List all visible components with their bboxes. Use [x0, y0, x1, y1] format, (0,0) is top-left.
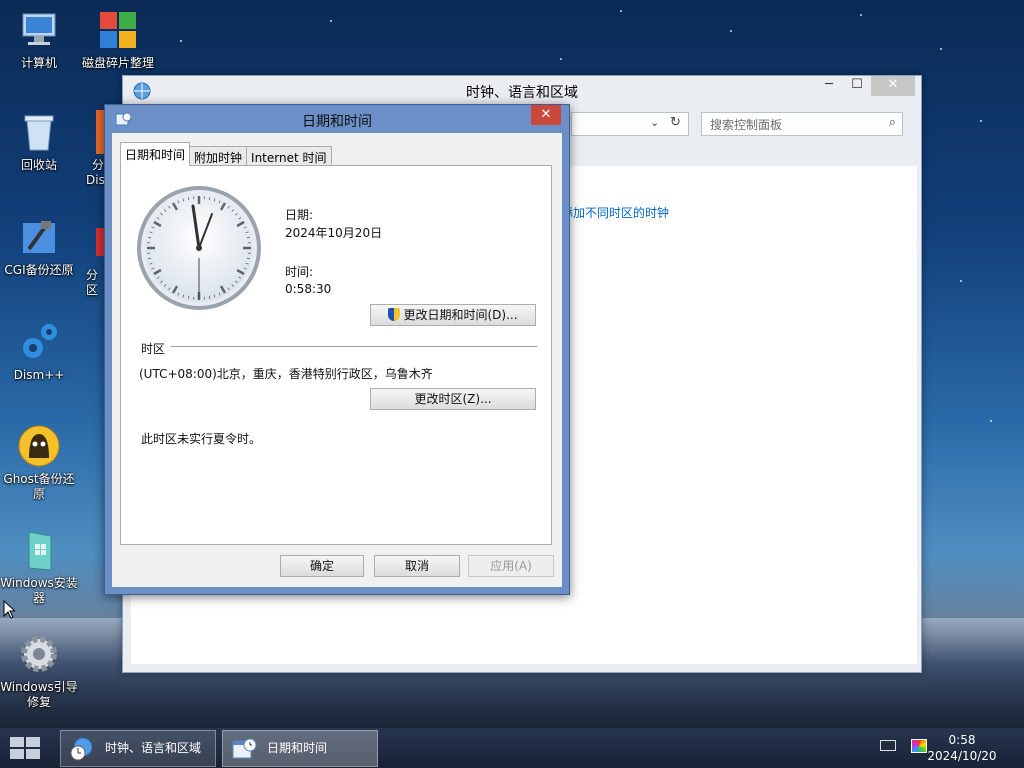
chevron-down-icon[interactable]: ⌄ [650, 116, 659, 129]
gears-icon [17, 320, 61, 364]
desktop-icon-label: Ghost备份还原 [3, 472, 75, 501]
globe-clock-icon [70, 737, 93, 761]
change-date-time-button[interactable]: 更改日期和时间(D)... [370, 304, 536, 326]
desktop-icon-label: 分 [92, 158, 105, 172]
gear-icon [17, 632, 61, 676]
tab-strip: 日期和时间 附加时钟 Internet 时间 [120, 142, 332, 166]
search-placeholder: 搜索控制面板 [710, 118, 783, 132]
desktop-icon-label: 计算机 [20, 56, 57, 70]
desktop-icon-recycle-bin[interactable]: 回收站 [0, 110, 78, 173]
refresh-icon[interactable]: ↻ [670, 115, 681, 130]
timezone-label: 时区 [141, 342, 166, 356]
windows-logo-icon [10, 737, 24, 747]
dialog-title: 日期和时间 [302, 114, 372, 130]
timezone-value: (UTC+08:00)北京，重庆，香港特别行政区，乌鲁木齐 [139, 367, 433, 381]
window-title: 时钟、语言和区域 [466, 85, 578, 101]
keyboard-icon[interactable] [880, 740, 896, 751]
taskbar: 时钟、语言和区域 日期和时间 0:58 2024/10/20 [0, 728, 1024, 768]
taskbar-item-date-time[interactable]: 日期和时间 [222, 730, 378, 767]
taskbar-item-label: 时钟、语言和区域 [105, 741, 202, 755]
search-input[interactable]: 搜索控制面板 ⌕ [701, 112, 903, 136]
desktop-icon-windows-installer[interactable]: Windows安装器 [0, 528, 78, 606]
taskbar-item-label: 日期和时间 [267, 741, 328, 755]
taskbar-time: 0:58 [948, 733, 976, 747]
desktop-icon-dism[interactable]: Dism++ [0, 320, 78, 383]
search-icon[interactable]: ⌕ [889, 115, 896, 130]
taskbar-clock[interactable]: 0:58 2024/10/20 [922, 732, 1002, 764]
address-bar[interactable]: ⌄ ↻ [571, 112, 689, 136]
calendar-clock-icon [232, 738, 257, 759]
desktop-icon-label: CGI备份还原 [4, 263, 74, 277]
desktop-icon-label: 回收站 [20, 158, 57, 172]
analog-clock [137, 186, 261, 310]
computer-icon [17, 8, 61, 52]
change-timezone-button[interactable]: 更改时区(Z)... [370, 388, 536, 410]
tab-date-time[interactable]: 日期和时间 [120, 142, 191, 166]
desktop-icon-label: Dis [86, 173, 105, 187]
desktop-icon-partition-partial[interactable]: 分 Dis [84, 110, 106, 188]
start-button[interactable] [10, 737, 42, 761]
desktop-icon-cgi[interactable]: CGI备份还原 [0, 215, 78, 278]
change-date-time-label: 更改日期和时间(D)... [403, 308, 518, 322]
defrag-icon [96, 8, 140, 52]
dialog-body: 日期和时间 附加时钟 Internet 时间 日期: 2024年10月20日 时… [112, 133, 562, 587]
desktop-icon-defrag[interactable]: 磁盘碎片整理 [78, 8, 158, 71]
dialog-titlebar[interactable]: 日期和时间 ✕ [105, 105, 569, 133]
system-tray: 0:58 2024/10/20 [854, 728, 1024, 768]
date-value: 2024年10月20日 [285, 226, 383, 240]
mouse-cursor-icon [3, 600, 15, 619]
date-label: 日期: [285, 208, 314, 222]
ghost-icon [17, 424, 61, 468]
desktop-icon-boot-repair[interactable]: Windows引导修复 [0, 632, 78, 710]
cancel-button[interactable]: 取消 [374, 555, 460, 577]
maximize-button[interactable]: ☐ [843, 76, 871, 96]
date-time-dialog[interactable]: 日期和时间 ✕ 日期和时间 附加时钟 Internet 时间 日期: 2024年… [104, 104, 570, 595]
dialog-close-button[interactable]: ✕ [531, 105, 561, 125]
timezone-divider [171, 346, 537, 347]
control-panel-titlebar[interactable]: 时钟、语言和区域 ─ ☐ ✕ [123, 76, 921, 106]
add-clock-link[interactable]: 添加不同时区的时钟 [561, 204, 669, 221]
dst-note: 此时区未实行夏令时。 [141, 432, 262, 446]
close-button[interactable]: ✕ [871, 76, 915, 96]
time-value: 0:58:30 [285, 282, 332, 296]
desktop-icon-label: Windows引导修复 [0, 680, 78, 709]
minimize-button[interactable]: ─ [815, 76, 843, 96]
apply-button[interactable]: 应用(A) [468, 555, 554, 577]
cgi-backup-icon [17, 215, 61, 259]
time-label: 时间: [285, 265, 314, 279]
tab-internet-time[interactable]: Internet 时间 [246, 146, 332, 166]
recycle-bin-icon [17, 110, 61, 154]
desktop-icon-ghost[interactable]: Ghost备份还原 [0, 424, 78, 502]
uac-shield-icon [388, 308, 401, 321]
desktop-icon-label: 磁盘碎片整理 [81, 56, 154, 70]
desktop-icon-label: Dism++ [13, 368, 65, 382]
taskbar-item-clock-language-region[interactable]: 时钟、语言和区域 [60, 730, 216, 767]
windows-installer-icon [17, 528, 61, 572]
date-time-tab-panel: 日期: 2024年10月20日 时间: 0:58:30 更改日期和时间(D)..… [120, 165, 552, 545]
tab-additional-clocks[interactable]: 附加时钟 [189, 146, 248, 166]
desktop-icon-computer[interactable]: 计算机 [0, 8, 78, 71]
taskbar-date: 2024/10/20 [927, 749, 997, 763]
ok-button[interactable]: 确定 [280, 555, 364, 577]
